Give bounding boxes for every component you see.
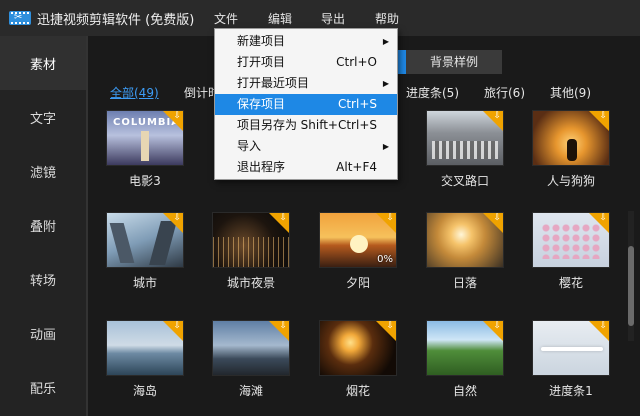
category-travel[interactable]: 旅行(6) <box>484 84 525 101</box>
material-thumbnail: ⇩ <box>106 320 184 376</box>
material-label: 樱花 <box>558 276 583 290</box>
material-label: 日落 <box>452 276 477 290</box>
sidebar-item-animation[interactable]: 动画 <box>0 306 86 360</box>
scrollbar-thumb[interactable] <box>628 246 634 326</box>
chevron-right-icon: ▶ <box>382 142 389 151</box>
menu-help[interactable]: 帮助 <box>375 10 399 28</box>
material-label: 夕阳 <box>345 276 370 290</box>
menu-item-exit[interactable]: 退出程序 Alt+F4 <box>215 157 397 178</box>
category-all[interactable]: 全部(49) <box>110 84 159 101</box>
sidebar-item-overlay[interactable]: 叠附 <box>0 198 86 252</box>
category-progress[interactable]: 进度条(5) <box>406 84 459 101</box>
menu-file[interactable]: 文件 <box>214 10 238 28</box>
material-thumbnail: ⇩ <box>212 320 290 376</box>
material-thumbnail: ⇩ 0% <box>319 212 397 268</box>
menu-item-open-project[interactable]: 打开项目 Ctrl+O <box>215 52 397 73</box>
menu-item-import[interactable]: 导入 ▶ <box>215 136 397 157</box>
material-label: 城市 <box>132 276 157 290</box>
menu-item-save-project[interactable]: 保存项目 Ctrl+S <box>215 94 397 115</box>
category-other[interactable]: 其他(9) <box>550 84 591 101</box>
material-thumbnail: COLUMBIA ⇩ <box>106 110 184 166</box>
material-label: 交叉路口 <box>440 174 489 188</box>
material-thumbnail: ⇩ <box>532 320 610 376</box>
sidebar-item-transition[interactable]: 转场 <box>0 252 86 306</box>
material-label: 人与狗狗 <box>546 174 595 188</box>
chevron-right-icon: ▶ <box>382 37 389 46</box>
material-thumbnail: ⇩ <box>426 110 504 166</box>
menu-export[interactable]: 导出 <box>321 10 345 28</box>
film-scissors-icon: ✂ <box>9 9 31 27</box>
sidebar-item-material[interactable]: 素材 <box>0 36 86 90</box>
material-thumbnail: ⇩ <box>532 110 610 166</box>
sidebar: 素材 文字 滤镜 叠附 转场 动画 配乐 <box>0 36 86 416</box>
material-label: 烟花 <box>345 384 370 398</box>
material-thumbnail: ⇩ <box>426 320 504 376</box>
material-label: 进度条1 <box>549 384 593 398</box>
material-thumbnail: ⇩ <box>426 212 504 268</box>
sidebar-item-filter[interactable]: 滤镜 <box>0 144 86 198</box>
material-label: 自然 <box>452 384 477 398</box>
chevron-right-icon: ▶ <box>382 79 389 88</box>
sidebar-item-music[interactable]: 配乐 <box>0 360 86 414</box>
material-thumbnail: ⇩ <box>319 320 397 376</box>
material-thumbnail: ⇩ <box>532 212 610 268</box>
file-menu-dropdown: 新建项目 ▶ 打开项目 Ctrl+O 打开最近项目 ▶ 保存项目 Ctrl+S … <box>214 28 398 180</box>
material-label: 海滩 <box>238 384 263 398</box>
progress-badge: 0% <box>377 254 393 265</box>
tab-background-samples[interactable]: 背景样例 <box>406 50 502 74</box>
material-label: 电影3 <box>129 174 161 188</box>
material-thumbnail: ⇩ <box>106 212 184 268</box>
app-title: 迅捷视频剪辑软件 (免费版) <box>37 12 195 28</box>
sidebar-item-text[interactable]: 文字 <box>0 90 86 144</box>
material-thumbnail: ⇩ <box>212 212 290 268</box>
material-label: 城市夜景 <box>226 276 275 290</box>
menu-edit[interactable]: 编辑 <box>268 10 292 28</box>
menu-item-new-project[interactable]: 新建项目 ▶ <box>215 31 397 52</box>
menu-item-save-as[interactable]: 项目另存为 Shift+Ctrl+S <box>215 115 397 136</box>
menu-item-open-recent[interactable]: 打开最近项目 ▶ <box>215 73 397 94</box>
material-label: 海岛 <box>132 384 157 398</box>
